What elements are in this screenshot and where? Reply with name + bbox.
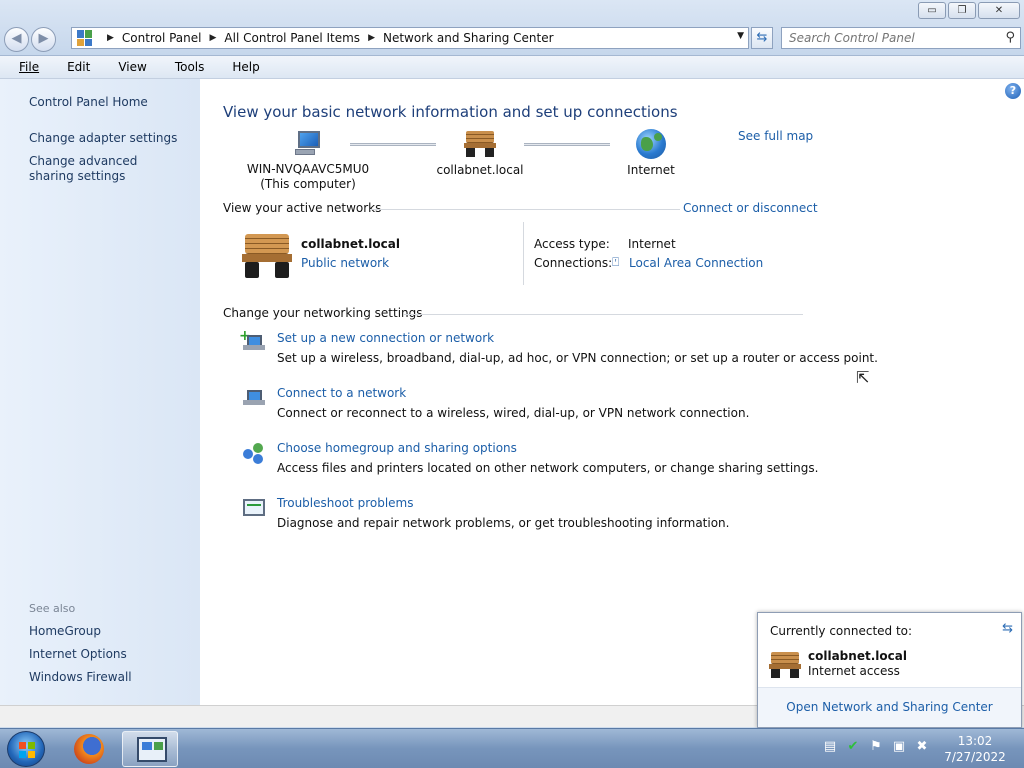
- back-button[interactable]: ◀: [4, 27, 29, 52]
- new-connection-icon: +: [239, 328, 267, 355]
- access-type-value: Internet: [628, 237, 676, 251]
- change-advanced-sharing-link[interactable]: Change advanced sharing settings: [29, 154, 179, 184]
- clock[interactable]: 13:02 7/27/2022: [944, 733, 1006, 765]
- ethernet-icon: ⍞: [612, 255, 620, 269]
- firefox-icon: [74, 734, 104, 764]
- system-tray: ▤ ✔ ⚑ ▣ ✖: [822, 739, 930, 755]
- search-input[interactable]: [789, 28, 999, 48]
- refresh-icon[interactable]: ⇆: [1002, 621, 1013, 636]
- computer-name: WIN-NVQAAVC5MU0: [246, 162, 370, 176]
- task-description: Connect or reconnect to a wireless, wire…: [277, 406, 750, 420]
- open-network-center-link[interactable]: Open Network and Sharing Center: [758, 687, 1021, 727]
- internet-options-link[interactable]: Internet Options: [29, 647, 127, 662]
- chevron-right-icon[interactable]: ▶: [107, 33, 114, 43]
- active-networks-heading: View your active networks: [223, 201, 382, 215]
- see-also-heading: See also: [29, 602, 76, 615]
- homegroup-sharing-link[interactable]: Choose homegroup and sharing options: [277, 441, 517, 455]
- map-network: collabnet.local: [420, 129, 540, 178]
- flyout-network-name: collabnet.local: [808, 649, 907, 663]
- menu-tools[interactable]: Tools: [168, 60, 212, 74]
- maximize-button[interactable]: ❐: [948, 2, 976, 19]
- chevron-down-icon[interactable]: ▼: [737, 31, 744, 41]
- network-type-link[interactable]: Public network: [301, 256, 389, 270]
- security-shield-icon[interactable]: ✔: [845, 739, 861, 755]
- address-bar[interactable]: ▶ Control Panel ▶ All Control Panel Item…: [71, 27, 749, 49]
- task-description: Diagnose and repair network problems, or…: [277, 516, 730, 530]
- flyout-title: Currently connected to:: [770, 624, 913, 638]
- refresh-button[interactable]: ⇆: [751, 27, 773, 49]
- close-button[interactable]: ✕: [978, 2, 1020, 19]
- minimize-button[interactable]: ▭: [918, 2, 946, 19]
- divider: [404, 314, 803, 315]
- search-box[interactable]: ⚲: [781, 27, 1021, 49]
- settings-heading: Change your networking settings: [223, 306, 423, 320]
- menu-bar: File Edit View Tools Help: [0, 56, 1024, 79]
- bench-network-icon: [769, 650, 801, 679]
- control-panel-home-link[interactable]: Control Panel Home: [29, 95, 148, 110]
- help-icon[interactable]: ?: [1005, 83, 1021, 99]
- action-center-icon[interactable]: ▤: [822, 739, 838, 755]
- network-name: collabnet.local: [436, 163, 524, 177]
- map-internet: Internet: [606, 129, 696, 178]
- page-title: View your basic network information and …: [223, 103, 678, 121]
- connect-or-disconnect-link[interactable]: Connect or disconnect: [683, 201, 818, 215]
- menu-view[interactable]: View: [111, 60, 153, 74]
- breadcrumb-all-items[interactable]: All Control Panel Items: [224, 31, 360, 45]
- flyout-network-status: Internet access: [808, 664, 900, 678]
- taskbar-control-panel[interactable]: [122, 731, 178, 767]
- task-description: Access files and printers located on oth…: [277, 461, 819, 475]
- chevron-right-icon[interactable]: ▶: [210, 33, 217, 43]
- taskbar-firefox[interactable]: [60, 731, 116, 767]
- connections-label: Connections:: [534, 256, 613, 270]
- globe-icon: [636, 129, 666, 159]
- connection-line: [524, 143, 610, 146]
- divider: [370, 209, 680, 210]
- window-controls: ▭ ❐ ✕: [918, 2, 1020, 19]
- connect-to-network-link[interactable]: Connect to a network: [277, 386, 406, 400]
- troubleshoot-link[interactable]: Troubleshoot problems: [277, 496, 413, 510]
- task-pane: Control Panel Home Change adapter settin…: [0, 79, 200, 705]
- change-adapter-settings-link[interactable]: Change adapter settings: [29, 131, 177, 146]
- menu-file[interactable]: File: [12, 60, 46, 74]
- divider: [523, 222, 524, 285]
- breadcrumb-network-sharing[interactable]: Network and Sharing Center: [383, 31, 554, 45]
- breadcrumb-control-panel[interactable]: Control Panel: [122, 31, 202, 45]
- see-full-map-link[interactable]: See full map: [738, 129, 813, 143]
- network-icon[interactable]: ▣: [891, 739, 907, 755]
- search-icon[interactable]: ⚲: [1005, 30, 1015, 45]
- active-network-name: collabnet.local: [301, 237, 400, 251]
- menu-help[interactable]: Help: [225, 60, 266, 74]
- computer-icon: [293, 129, 323, 156]
- bench-network-icon: [464, 129, 496, 157]
- flag-icon[interactable]: ⚑: [868, 739, 884, 755]
- taskbar: ▤ ✔ ⚑ ▣ ✖ 13:02 7/27/2022: [0, 728, 1024, 768]
- homegroup-link[interactable]: HomeGroup: [29, 624, 101, 639]
- control-panel-icon: [77, 30, 93, 46]
- window-titlebar: ▭ ❐ ✕ ◀ ▶ ▶ Control Panel ▶ All Control …: [0, 0, 1024, 56]
- network-flyout: Currently connected to: ⇆ collabnet.loca…: [757, 612, 1022, 728]
- troubleshoot-icon: [241, 496, 267, 520]
- clock-time: 13:02: [957, 734, 993, 748]
- internet-label: Internet: [627, 163, 675, 177]
- chevron-right-icon[interactable]: ▶: [368, 33, 375, 43]
- menu-edit[interactable]: Edit: [60, 60, 97, 74]
- windows-firewall-link[interactable]: Windows Firewall: [29, 670, 132, 685]
- control-panel-icon: [137, 737, 167, 762]
- windows-logo-icon: [19, 742, 35, 758]
- task-description: Set up a wireless, broadband, dial-up, a…: [277, 351, 878, 365]
- computer-sub: (This computer): [260, 177, 356, 191]
- map-computer: WIN-NVQAAVC5MU0 (This computer): [243, 129, 373, 192]
- setup-connection-link[interactable]: Set up a new connection or network: [277, 331, 494, 345]
- forward-button[interactable]: ▶: [31, 27, 56, 52]
- volume-muted-icon[interactable]: ✖: [914, 739, 930, 755]
- access-type-label: Access type:: [534, 237, 610, 251]
- clock-date: 7/27/2022: [944, 750, 1006, 764]
- connect-network-icon: [241, 386, 267, 410]
- mouse-cursor-icon: ⇱: [856, 368, 870, 387]
- homegroup-icon: [241, 441, 267, 465]
- local-area-connection-link[interactable]: Local Area Connection: [629, 256, 763, 270]
- bench-network-icon: [242, 234, 292, 278]
- start-button[interactable]: [7, 731, 45, 767]
